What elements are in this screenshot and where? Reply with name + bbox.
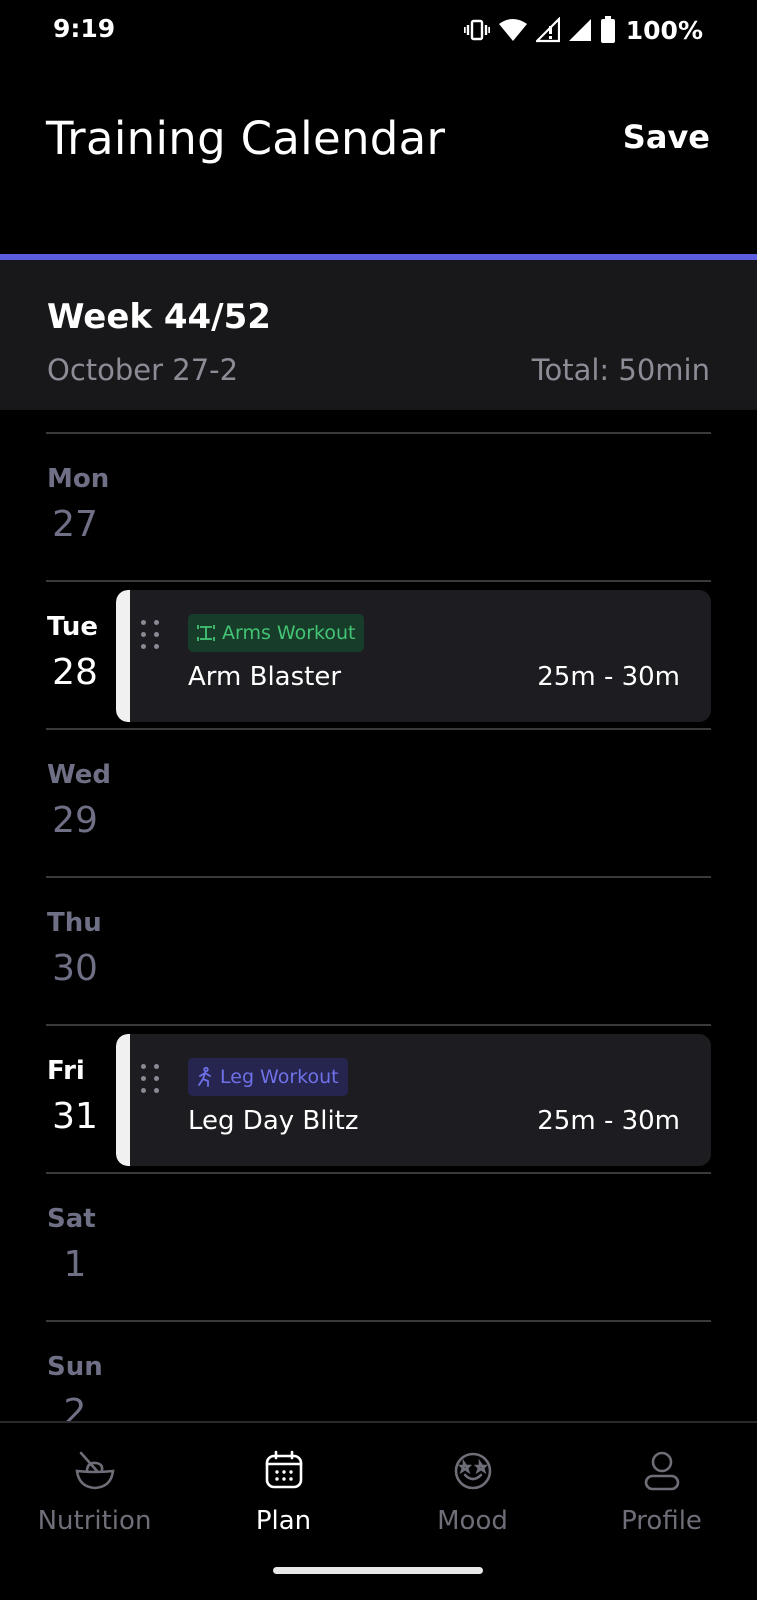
workout-card-arms[interactable]: Arms Workout Arm Blaster 25m - 30m (116, 590, 711, 722)
day-row-sat[interactable]: Sat 1 (46, 1172, 711, 1322)
screen: 9:19 100% Training Calendar Save Week 44… (0, 0, 757, 1600)
mood-face-icon (451, 1449, 495, 1497)
card-accent-strip (116, 590, 130, 722)
signal-full-icon (568, 17, 592, 43)
day-row-fri[interactable]: Fri 31 Leg Workout Leg Day Blitz 25m - 3… (46, 1024, 711, 1174)
nav-item-plan[interactable]: Plan (189, 1423, 378, 1573)
status-bar: 9:19 100% (0, 0, 757, 60)
drag-handle-icon[interactable] (139, 1064, 163, 1096)
calendar-icon (262, 1449, 306, 1497)
nav-item-mood[interactable]: Mood (378, 1423, 567, 1573)
day-name: Wed (47, 760, 111, 790)
nav-label: Plan (255, 1506, 312, 1536)
status-time: 9:19 (53, 14, 116, 43)
nav-item-profile[interactable]: Profile (567, 1423, 756, 1573)
workout-tag-arms: Arms Workout (188, 614, 365, 652)
day-list[interactable]: Mon 27 Tue 28 Arms Workout Arm Blaster 2… (0, 410, 757, 1422)
signal-icon (535, 17, 560, 43)
day-row-thu[interactable]: Thu 30 (46, 876, 711, 1026)
workout-duration: 25m - 30m (537, 662, 680, 692)
battery-percent: 100% (625, 15, 703, 45)
home-indicator (273, 1567, 483, 1574)
day-number: 31 (52, 1096, 98, 1137)
workout-tag-legs: Leg Workout (188, 1058, 348, 1096)
wifi-icon (498, 17, 528, 43)
week-summary: Week 44/52 October 27-2 Total: 50min (0, 260, 757, 410)
day-row-wed[interactable]: Wed 29 (46, 728, 711, 878)
nav-label: Nutrition (37, 1506, 152, 1536)
workout-tag-label: Arms Workout (222, 622, 356, 644)
day-row-tue[interactable]: Tue 28 Arms Workout Arm Blaster 25m - 30… (46, 580, 711, 730)
running-person-icon (197, 1067, 213, 1087)
week-title: Week 44/52 (47, 297, 271, 337)
nav-item-nutrition[interactable]: Nutrition (0, 1423, 189, 1573)
week-dates: October 27-2 (47, 353, 239, 387)
status-icons: 100% (463, 12, 703, 48)
day-name: Sat (47, 1204, 96, 1234)
app-header: Training Calendar Save (0, 60, 757, 255)
drag-handle-icon[interactable] (139, 620, 163, 652)
week-total: Total: 50min (531, 353, 710, 387)
nutrition-bowl-icon (73, 1449, 117, 1497)
day-row-sun[interactable]: Sun 2 (46, 1320, 711, 1422)
page-title: Training Calendar (46, 112, 446, 165)
day-name: Fri (47, 1056, 85, 1086)
day-number: 1 (63, 1244, 87, 1285)
day-number: 30 (52, 948, 98, 989)
save-button[interactable]: Save (623, 118, 710, 156)
workout-name: Arm Blaster (188, 662, 342, 692)
profile-person-icon (640, 1449, 684, 1497)
day-number: 27 (52, 504, 98, 545)
day-name: Tue (47, 612, 99, 642)
day-row-mon[interactable]: Mon 27 (46, 432, 711, 582)
workout-tag-label: Leg Workout (220, 1066, 339, 1088)
workout-card-legs[interactable]: Leg Workout Leg Day Blitz 25m - 30m (116, 1034, 711, 1166)
day-number: 28 (52, 652, 98, 693)
dumbbell-icon (197, 624, 215, 642)
nav-label: Profile (621, 1506, 702, 1536)
battery-icon (600, 16, 616, 44)
day-number: 2 (63, 1392, 87, 1422)
workout-duration: 25m - 30m (537, 1106, 680, 1136)
workout-name: Leg Day Blitz (188, 1106, 359, 1136)
nav-label: Mood (437, 1506, 508, 1536)
day-number: 29 (52, 800, 98, 841)
day-name: Sun (47, 1352, 103, 1382)
day-name: Mon (47, 464, 110, 494)
card-accent-strip (116, 1034, 130, 1166)
day-name: Thu (47, 908, 102, 938)
vibrate-icon (463, 18, 490, 42)
